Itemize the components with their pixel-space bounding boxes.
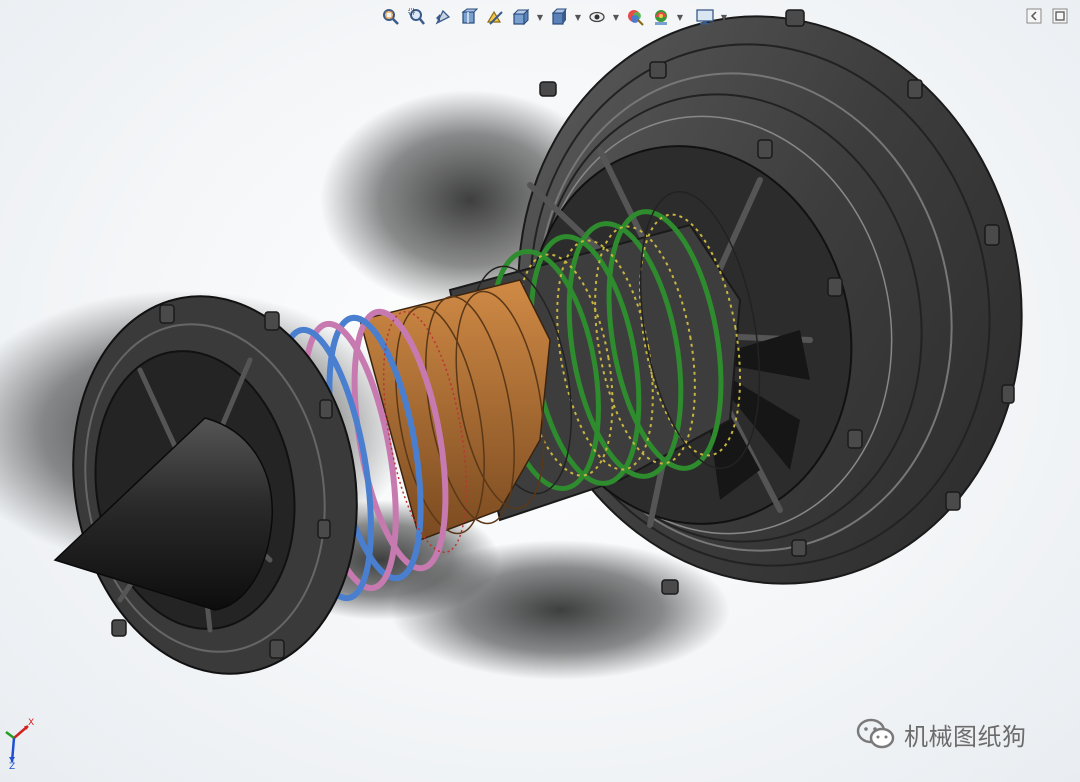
wechat-watermark: 机械图纸狗 — [856, 716, 1027, 752]
maximize-viewport-icon[interactable] — [1052, 8, 1068, 24]
zoom-to-area-icon[interactable] — [406, 6, 428, 28]
restore-viewport-icon[interactable] — [1026, 8, 1042, 24]
view-settings-icon[interactable] — [694, 6, 716, 28]
turbofan-engine-model[interactable] — [0, 0, 1080, 782]
zoom-to-fit-icon[interactable] — [380, 6, 402, 28]
display-style-icon[interactable] — [548, 6, 570, 28]
wechat-logo-icon — [856, 718, 895, 749]
watermark-text: 机械图纸狗 — [904, 722, 1027, 751]
graphics-area[interactable]: ▼ ▼ ▼ ▼ ▼ X Z 机械图纸狗 — [0, 0, 1080, 782]
triad-z-label: Z — [9, 762, 16, 772]
display-style-dropdown-icon[interactable]: ▼ — [574, 6, 582, 28]
apply-scene-icon[interactable] — [650, 6, 672, 28]
heads-up-view-toolbar: ▼ ▼ ▼ ▼ ▼ — [380, 4, 728, 30]
view-settings-dropdown-icon[interactable]: ▼ — [720, 6, 728, 28]
edit-appearance-icon[interactable] — [624, 6, 646, 28]
apply-scene-dropdown-icon[interactable]: ▼ — [676, 6, 684, 28]
section-view-icon[interactable] — [458, 6, 480, 28]
triad-x-label: X — [28, 718, 35, 728]
reference-triad[interactable]: X Z — [2, 718, 40, 776]
dynamic-annotation-icon[interactable] — [484, 6, 506, 28]
previous-view-icon[interactable] — [432, 6, 454, 28]
view-orientation-icon[interactable] — [510, 6, 532, 28]
hide-show-items-dropdown-icon[interactable]: ▼ — [612, 6, 620, 28]
view-orientation-dropdown-icon[interactable]: ▼ — [536, 6, 544, 28]
hide-show-items-icon[interactable] — [586, 6, 608, 28]
